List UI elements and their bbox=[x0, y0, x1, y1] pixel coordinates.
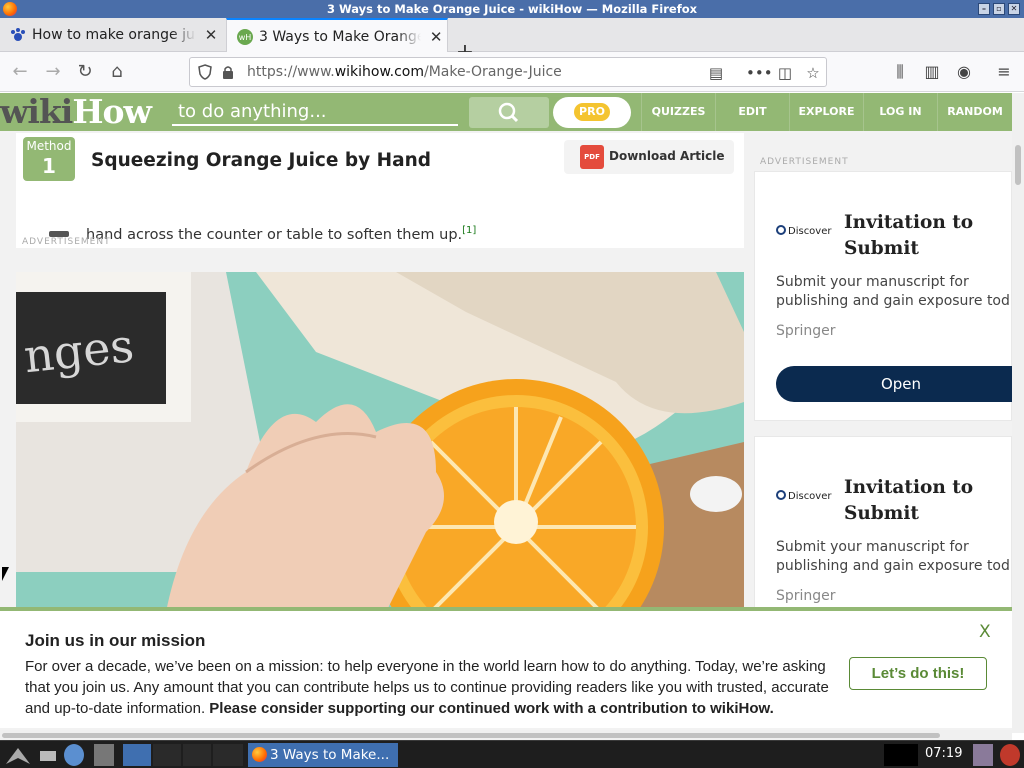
account-icon[interactable]: ◉ bbox=[953, 61, 975, 83]
nav-log-in[interactable]: LOG IN bbox=[863, 93, 937, 131]
tab-label: 3 Ways to Make Orange Juice bbox=[259, 28, 422, 45]
library-icon[interactable]: ⫼ bbox=[889, 61, 911, 83]
clock: 07:19 bbox=[925, 746, 963, 761]
nav-random[interactable]: RANDOM bbox=[937, 93, 1012, 131]
pro-button[interactable]: PRO bbox=[553, 97, 631, 128]
ad-open-button[interactable]: Open bbox=[776, 366, 1012, 402]
firefox-launcher-icon[interactable] bbox=[123, 744, 151, 766]
mission-banner: Join us in our mission For over a decade… bbox=[0, 607, 1012, 728]
bookmark-star-icon[interactable]: ☆ bbox=[803, 63, 823, 83]
wikihow-header: wikiHow to do anything... PRO QUIZZES ED… bbox=[0, 93, 1012, 131]
window-title: 3 Ways to Make Orange Juice - wikiHow — … bbox=[326, 2, 698, 16]
pocket-icon[interactable]: ◫ bbox=[775, 63, 795, 83]
side-ad-1[interactable]: Discover Invitation to Submit Submit your… bbox=[754, 171, 1012, 421]
workspace-2[interactable] bbox=[183, 744, 211, 766]
wikihow-favicon-icon: wH bbox=[237, 28, 253, 45]
orange-photo: nges bbox=[16, 272, 744, 612]
ad-heading: Invitation to Submit bbox=[844, 212, 974, 259]
url-bar[interactable]: https://www.wikihow.com/Make-Orange-Juic… bbox=[189, 57, 827, 87]
nav-edit[interactable]: EDIT bbox=[715, 93, 789, 131]
nav-quizzes[interactable]: QUIZZES bbox=[641, 93, 715, 131]
maximize-button[interactable]: ▫ bbox=[993, 3, 1005, 15]
window-titlebar: 3 Ways to Make Orange Juice - wikiHow — … bbox=[0, 0, 1024, 18]
method-title: Squeezing Orange Juice by Hand bbox=[91, 150, 432, 171]
side-ad-2[interactable]: Discover Invitation to Submit Submit your… bbox=[754, 436, 1012, 636]
advertisement-label: ADVERTISEMENT bbox=[22, 237, 111, 247]
ad-heading: Invitation to Submit bbox=[844, 477, 974, 524]
forward-icon[interactable]: → bbox=[41, 60, 65, 84]
close-window-button[interactable]: ✕ bbox=[1008, 3, 1020, 15]
power-icon[interactable] bbox=[1000, 744, 1020, 766]
search-icon bbox=[498, 102, 519, 123]
discover-logo: Discover bbox=[776, 490, 832, 504]
url-text[interactable]: https://www.wikihow.com/Make-Orange-Juic… bbox=[247, 64, 562, 80]
method-badge: Method 1 bbox=[23, 137, 75, 181]
network-icon[interactable] bbox=[973, 744, 993, 766]
menu-icon[interactable]: ≡ bbox=[993, 61, 1015, 83]
browser-launcher-icon[interactable] bbox=[64, 744, 84, 766]
article-section: Method 1 Squeezing Orange Juice by Hand … bbox=[16, 133, 744, 248]
nav-explore[interactable]: EXPLORE bbox=[789, 93, 863, 131]
minimize-button[interactable]: – bbox=[978, 3, 990, 15]
vertical-scroll-thumb[interactable] bbox=[1015, 145, 1021, 185]
ad-text: Submit your manuscript for publishing and… bbox=[776, 539, 1010, 574]
ad-source: Springer bbox=[776, 588, 836, 604]
banner-close-button[interactable]: X bbox=[979, 622, 991, 642]
sidebar-icon[interactable]: ▥ bbox=[921, 61, 943, 83]
paw-icon bbox=[11, 28, 25, 41]
tab-label: How to make orange juice bbox=[32, 27, 196, 43]
tracking-shield-icon[interactable] bbox=[198, 64, 212, 80]
close-tab-icon[interactable]: ✕ bbox=[200, 26, 222, 44]
search-input[interactable]: to do anything... bbox=[172, 100, 458, 126]
show-desktop-icon[interactable] bbox=[40, 751, 56, 761]
back-icon[interactable]: ← bbox=[8, 60, 32, 84]
ad-text: Submit your manuscript for publishing and… bbox=[776, 274, 1010, 309]
start-menu-icon[interactable] bbox=[4, 744, 32, 766]
ad-source: Springer bbox=[776, 323, 836, 339]
wikihow-logo[interactable]: wikiHow bbox=[0, 93, 152, 131]
tab-how-to-make-orange-juice[interactable]: How to make orange juice ✕ bbox=[0, 18, 226, 52]
discover-logo: Discover bbox=[776, 225, 832, 239]
advertisement-label: ADVERTISEMENT bbox=[760, 157, 849, 167]
lets-do-this-button[interactable]: Let’s do this! bbox=[849, 657, 987, 690]
chalkboard-text: nges bbox=[21, 318, 136, 383]
taskbar-window-firefox[interactable]: 3 Ways to Make... bbox=[248, 743, 398, 767]
lock-icon[interactable] bbox=[222, 65, 234, 79]
mouse-cursor bbox=[2, 567, 9, 581]
search-button[interactable] bbox=[469, 97, 549, 128]
navigation-toolbar: ← → ↻ ⌂ https://www.wikihow.com/Make-Ora… bbox=[0, 52, 1024, 92]
reader-view-icon[interactable]: ▤ bbox=[706, 63, 726, 83]
home-icon[interactable]: ⌂ bbox=[105, 60, 129, 84]
horizontal-scrollbar[interactable] bbox=[0, 730, 1012, 740]
banner-title: Join us in our mission bbox=[25, 631, 206, 650]
svg-text:wH: wH bbox=[239, 33, 252, 42]
window-controls: – ▫ ✕ bbox=[978, 3, 1020, 15]
workspace-1[interactable] bbox=[153, 744, 181, 766]
workspace-3[interactable] bbox=[213, 744, 243, 766]
firefox-icon bbox=[252, 747, 267, 762]
tray-area bbox=[884, 744, 918, 766]
download-article-button[interactable]: PDF Download Article bbox=[564, 140, 734, 174]
taskbar: 3 Ways to Make... 07:19 bbox=[0, 740, 1024, 768]
horizontal-scroll-thumb[interactable] bbox=[2, 733, 940, 738]
tab-3-ways-orange-juice[interactable]: wH 3 Ways to Make Orange Juice ✕ bbox=[226, 18, 448, 53]
reload-icon[interactable]: ↻ bbox=[73, 60, 97, 84]
banner-body: For over a decade, we’ve been on a missi… bbox=[25, 658, 829, 717]
firefox-icon bbox=[3, 2, 17, 16]
pdf-icon: PDF bbox=[580, 145, 604, 169]
pro-badge: PRO bbox=[574, 103, 610, 121]
step-text: hand across the counter or table to soft… bbox=[86, 225, 477, 243]
orange-image: nges bbox=[16, 272, 744, 612]
reference-link[interactable]: [1] bbox=[462, 225, 476, 236]
vertical-scrollbar[interactable] bbox=[1012, 93, 1024, 733]
tab-strip: How to make orange juice ✕ wH 3 Ways to … bbox=[0, 18, 1024, 65]
file-manager-icon[interactable] bbox=[94, 744, 114, 766]
close-tab-icon[interactable]: ✕ bbox=[425, 28, 447, 46]
page-actions-icon[interactable]: ••• bbox=[746, 63, 773, 83]
